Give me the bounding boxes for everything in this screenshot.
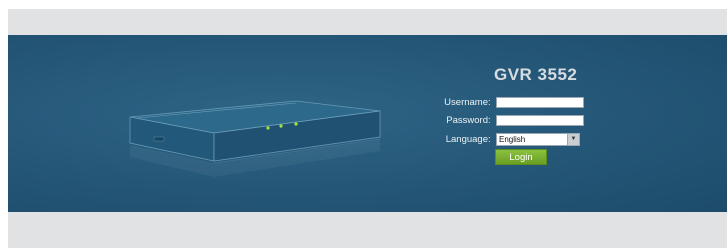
bottom-band <box>8 212 727 248</box>
chevron-down-icon[interactable]: ▼ <box>567 133 579 145</box>
password-colon: : <box>488 114 491 126</box>
password-input[interactable] <box>496 114 584 126</box>
login-page: GVR 3552 Username : Password : Language … <box>0 0 727 248</box>
language-selected-value: English <box>499 134 526 144</box>
login-panel: GVR 3552 Username : Password : Language … <box>8 35 727 212</box>
device-illustration <box>129 100 381 177</box>
password-label: Password <box>446 114 488 126</box>
language-select[interactable]: English ▼ <box>496 132 580 146</box>
product-title: GVR 3552 <box>494 65 578 84</box>
login-button[interactable]: Login <box>495 149 547 165</box>
password-row: Password : <box>418 113 584 127</box>
language-colon: : <box>488 133 491 145</box>
username-input[interactable] <box>496 96 584 108</box>
top-band <box>8 9 727 35</box>
username-colon: : <box>488 96 491 108</box>
username-label: Username <box>444 96 488 108</box>
language-label: Language <box>445 133 488 145</box>
language-row: Language : English ▼ <box>418 132 580 146</box>
username-row: Username : <box>418 95 584 109</box>
